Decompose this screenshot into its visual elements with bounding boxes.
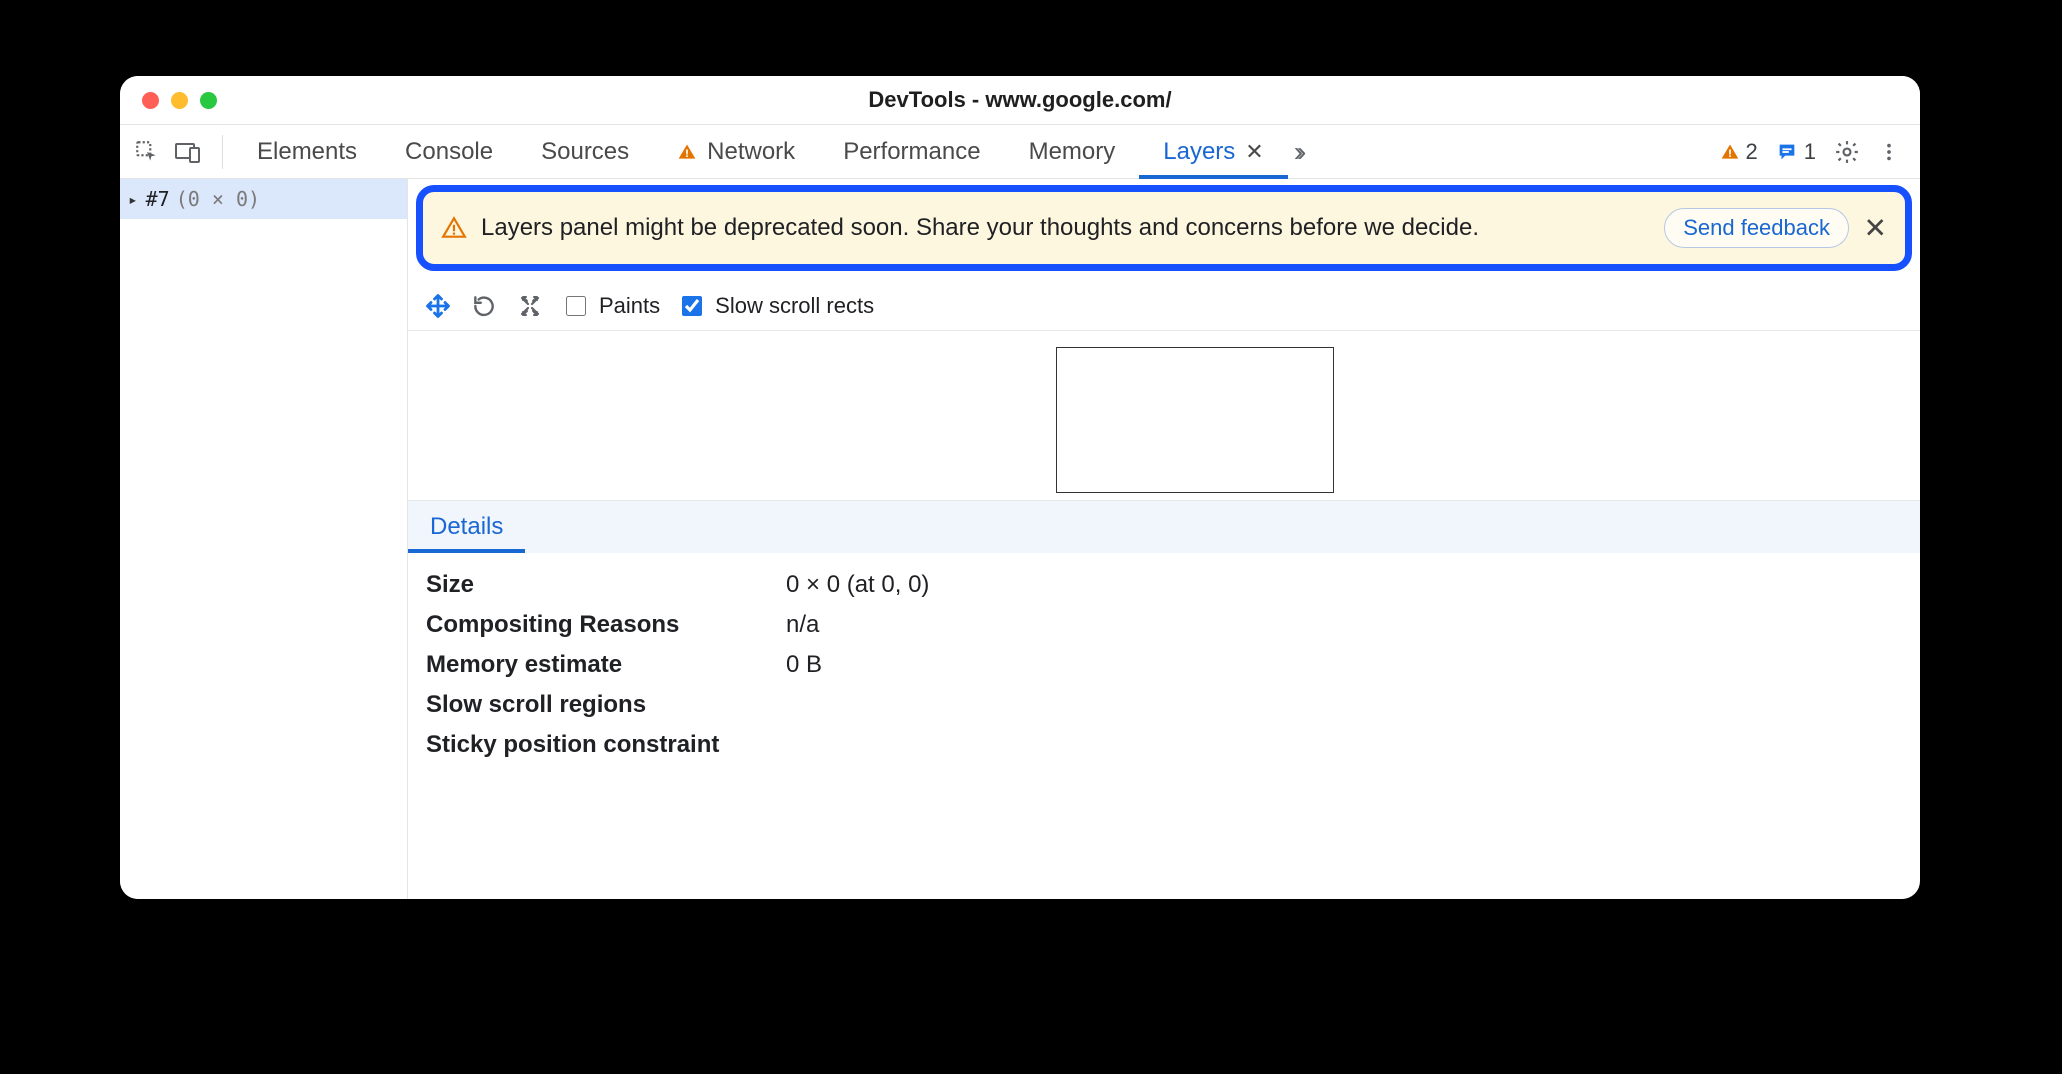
titlebar: DevTools - www.google.com/ xyxy=(120,76,1920,124)
detail-key: Size xyxy=(426,571,786,599)
warning-icon xyxy=(677,142,697,162)
layer-rect[interactable] xyxy=(1056,347,1334,493)
tab-console[interactable]: Console xyxy=(381,125,517,178)
tab-performance[interactable]: Performance xyxy=(819,125,1004,178)
more-options-icon[interactable] xyxy=(1878,141,1900,163)
tab-label: Layers xyxy=(1163,138,1235,166)
close-banner-icon[interactable]: ✕ xyxy=(1864,212,1887,245)
close-window-button[interactable] xyxy=(142,92,159,109)
layer-node-dims: (0 × 0) xyxy=(176,187,260,211)
layer-tree-row[interactable]: ▸ #7 (0 × 0) xyxy=(120,179,407,219)
console-messages-counter[interactable]: 1 xyxy=(1776,139,1816,165)
warning-icon xyxy=(441,215,467,241)
layers-tree-sidebar: ▸ #7 (0 × 0) xyxy=(120,179,408,899)
detail-value: 0 × 0 (at 0, 0) xyxy=(786,571,1902,599)
reset-view-icon[interactable] xyxy=(516,292,544,320)
deprecation-banner: Layers panel might be deprecated soon. S… xyxy=(416,185,1912,271)
inspect-element-icon[interactable] xyxy=(134,139,160,165)
separator xyxy=(222,135,223,169)
paints-label: Paints xyxy=(599,293,660,319)
tab-elements[interactable]: Elements xyxy=(233,125,381,178)
layers-toolbar: Paints Slow scroll rects xyxy=(408,281,1920,331)
tab-memory[interactable]: Memory xyxy=(1005,125,1140,178)
message-icon xyxy=(1776,141,1798,163)
window-controls xyxy=(142,92,217,109)
zoom-window-button[interactable] xyxy=(200,92,217,109)
slow-scroll-rects-label: Slow scroll rects xyxy=(715,293,874,319)
details-tab-label: Details xyxy=(430,513,503,541)
detail-row-slow-scroll: Slow scroll regions xyxy=(426,685,1902,725)
detail-key: Slow scroll regions xyxy=(426,691,786,719)
slow-scroll-rects-checkbox[interactable]: Slow scroll rects xyxy=(678,293,874,319)
slow-scroll-rects-checkbox-input[interactable] xyxy=(682,296,702,316)
tab-label: Memory xyxy=(1029,138,1116,166)
detail-value: n/a xyxy=(786,611,1902,639)
close-tab-icon[interactable]: ✕ xyxy=(1245,141,1263,163)
main-tabstrip: Elements Console Sources Network Perform… xyxy=(120,124,1920,179)
paints-checkbox[interactable]: Paints xyxy=(562,293,660,319)
tab-layers[interactable]: Layers ✕ xyxy=(1139,125,1287,178)
detail-row-compositing: Compositing Reasons n/a xyxy=(426,605,1902,645)
message-count: 1 xyxy=(1804,139,1816,165)
warning-icon xyxy=(1720,142,1740,162)
detail-value xyxy=(786,731,1902,759)
panel-body: ▸ #7 (0 × 0) Layers panel might be depre… xyxy=(120,179,1920,899)
detail-value xyxy=(786,691,1902,719)
tab-label: Sources xyxy=(541,138,629,166)
send-feedback-button[interactable]: Send feedback xyxy=(1664,208,1849,248)
layer-details: Size 0 × 0 (at 0, 0) Compositing Reasons… xyxy=(408,553,1920,787)
layer-node-label: #7 xyxy=(146,187,170,211)
tab-label: Elements xyxy=(257,138,357,166)
detail-row-size: Size 0 × 0 (at 0, 0) xyxy=(426,565,1902,605)
banner-text: Layers panel might be deprecated soon. S… xyxy=(481,214,1650,242)
tab-label: Network xyxy=(707,138,795,166)
detail-key: Compositing Reasons xyxy=(426,611,786,639)
issues-warning-counter[interactable]: 2 xyxy=(1720,139,1758,165)
settings-icon[interactable] xyxy=(1834,139,1860,165)
detail-row-sticky: Sticky position constraint xyxy=(426,725,1902,765)
device-toolbar-icon[interactable] xyxy=(174,139,202,165)
pan-mode-icon[interactable] xyxy=(424,292,452,320)
disclosure-triangle-icon[interactable]: ▸ xyxy=(128,190,138,209)
layers-main-pane: Layers panel might be deprecated soon. S… xyxy=(408,179,1920,899)
detail-value: 0 B xyxy=(786,651,1902,679)
tab-network[interactable]: Network xyxy=(653,125,819,178)
more-tabs-icon[interactable]: ›› xyxy=(1294,136,1301,168)
paints-checkbox-input[interactable] xyxy=(566,296,586,316)
tab-label: Console xyxy=(405,138,493,166)
details-tab[interactable]: Details xyxy=(408,501,525,553)
window-title: DevTools - www.google.com/ xyxy=(120,87,1920,113)
details-tabstrip: Details xyxy=(408,501,1920,553)
detail-key: Sticky position constraint xyxy=(426,731,786,759)
warning-count: 2 xyxy=(1746,139,1758,165)
devtools-window: DevTools - www.google.com/ xyxy=(120,76,1920,899)
layers-3d-canvas[interactable] xyxy=(408,331,1920,501)
tab-label: Performance xyxy=(843,138,980,166)
tab-sources[interactable]: Sources xyxy=(517,125,653,178)
detail-key: Memory estimate xyxy=(426,651,786,679)
rotate-mode-icon[interactable] xyxy=(470,292,498,320)
minimize-window-button[interactable] xyxy=(171,92,188,109)
detail-row-memory: Memory estimate 0 B xyxy=(426,645,1902,685)
